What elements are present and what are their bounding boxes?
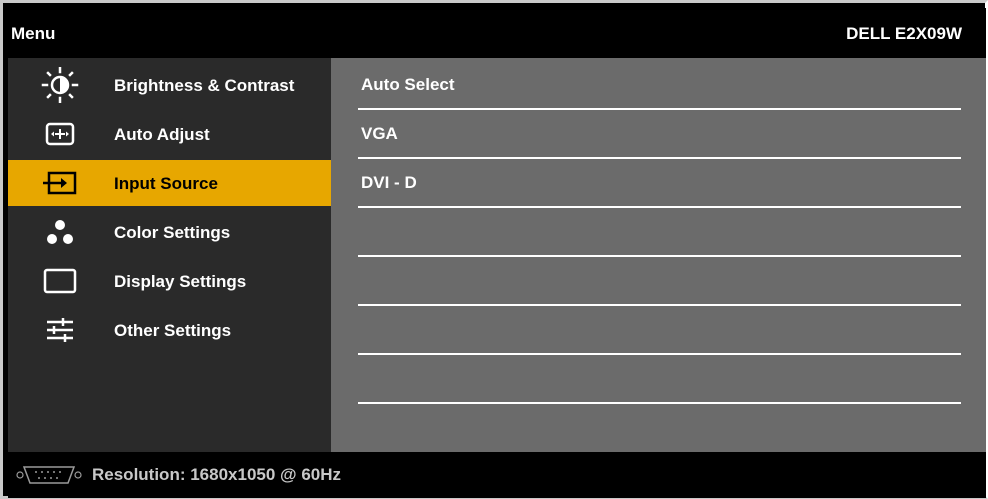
sidebar-item-label: Display Settings [114,272,247,291]
sidebar-item-brightness-contrast[interactable]: Brightness & Contrast [8,62,331,108]
sidebar-item-input-source[interactable]: Input Source [8,160,331,206]
monitor-model: DELL E2X09W [846,24,962,43]
option-label: DVI - D [361,173,417,192]
auto-adjust-icon [45,122,75,146]
sidebar-item-label: Input Source [114,174,218,193]
option-dvi-d[interactable]: DVI - D [358,160,961,208]
osd-menu: Menu DELL E2X09W Brightness & Contrast A… [8,8,986,498]
option-empty [358,356,961,404]
sidebar-item-other-settings[interactable]: Other Settings [8,307,331,353]
osd-sidebar: Brightness & Contrast Auto Adjust Input … [8,58,331,452]
other-settings-icon [47,318,73,342]
option-empty [358,307,961,355]
display-settings-icon [43,268,77,294]
sidebar-item-label: Color Settings [114,223,231,242]
vga-connector-icon [16,466,82,484]
sidebar-item-display-settings[interactable]: Display Settings [8,258,331,304]
input-source-options: Auto Select VGA DVI - D [331,58,986,452]
resolution-status: Resolution: 1680x1050 @ 60Hz [92,465,342,484]
input-source-icon [43,171,77,195]
option-auto-select[interactable]: Auto Select [358,62,961,110]
sidebar-item-label: Auto Adjust [114,125,210,144]
sidebar-item-label: Other Settings [114,321,232,340]
sidebar-item-label: Brightness & Contrast [114,76,295,95]
osd-footer: Resolution: 1680x1050 @ 60Hz [8,452,986,498]
monitor-osd-frame: Menu DELL E2X09W Brightness & Contrast A… [0,0,988,499]
menu-title: Menu [11,24,56,43]
option-vga[interactable]: VGA [358,111,961,159]
color-settings-icon [47,220,73,244]
sidebar-item-auto-adjust[interactable]: Auto Adjust [8,111,331,157]
sidebar-item-color-settings[interactable]: Color Settings [8,209,331,255]
brightness-icon [41,67,79,103]
option-label: Auto Select [361,75,455,94]
option-label: VGA [361,124,398,143]
option-empty [358,209,961,257]
option-empty [358,258,961,306]
osd-header: Menu DELL E2X09W [8,8,986,58]
